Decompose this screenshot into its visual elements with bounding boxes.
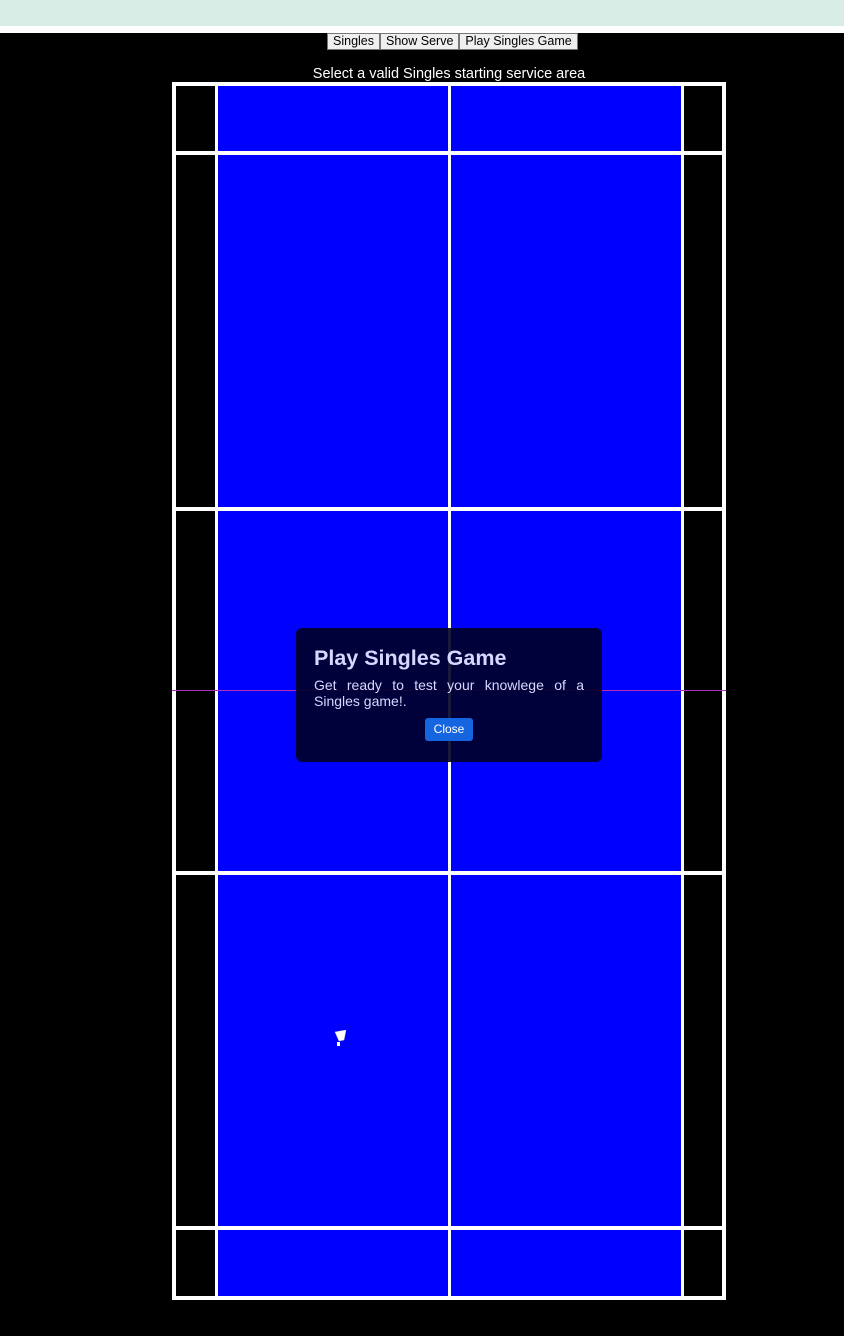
court-area-back-top-left[interactable]: [218, 86, 448, 151]
play-singles-game-button[interactable]: Play Singles Game: [459, 33, 578, 50]
court-area-back-bottom-left[interactable]: [218, 1230, 448, 1296]
play-singles-modal: Play Singles Game Get ready to test your…: [296, 628, 602, 762]
court-area-back-bottom-right[interactable]: [451, 1230, 681, 1296]
toolbar: Singles Show Serve Play Singles Game: [327, 33, 578, 50]
court-area-service-top-right-alley[interactable]: [684, 155, 722, 507]
court-area-front-top-right-alley[interactable]: [684, 511, 722, 871]
court-area-service-top-left-alley[interactable]: [176, 155, 215, 507]
court-area-service-top-left[interactable]: [218, 155, 448, 507]
court-area-back-top-left-alley[interactable]: [176, 86, 215, 151]
singles-button[interactable]: Singles: [327, 33, 380, 50]
court-area-service-bottom-right[interactable]: [451, 875, 681, 1226]
court-area-front-top-left-alley[interactable]: [176, 511, 215, 871]
court-area-service-bottom-left[interactable]: [218, 875, 448, 1226]
court-area-service-bottom-left-alley[interactable]: [176, 875, 215, 1226]
court-area-service-bottom-right-alley[interactable]: [684, 875, 722, 1226]
court-area-back-top-right[interactable]: [451, 86, 681, 151]
court-area-back-bottom-left-alley[interactable]: [176, 1230, 215, 1296]
instruction-text: Select a valid Singles starting service …: [312, 66, 586, 82]
browser-top-bar: [0, 0, 844, 26]
show-serve-button[interactable]: Show Serve: [380, 33, 460, 50]
court-area-back-top-right-alley[interactable]: [684, 86, 722, 151]
modal-message: Get ready to test your knowlege of a Sin…: [314, 677, 584, 709]
modal-title: Play Singles Game: [314, 646, 507, 670]
top-divider: [0, 26, 844, 33]
close-button[interactable]: Close: [424, 718, 474, 741]
court-area-back-bottom-right-alley[interactable]: [684, 1230, 722, 1296]
shuttlecock-icon: [334, 1030, 347, 1046]
court-area-service-top-right[interactable]: [451, 155, 681, 507]
